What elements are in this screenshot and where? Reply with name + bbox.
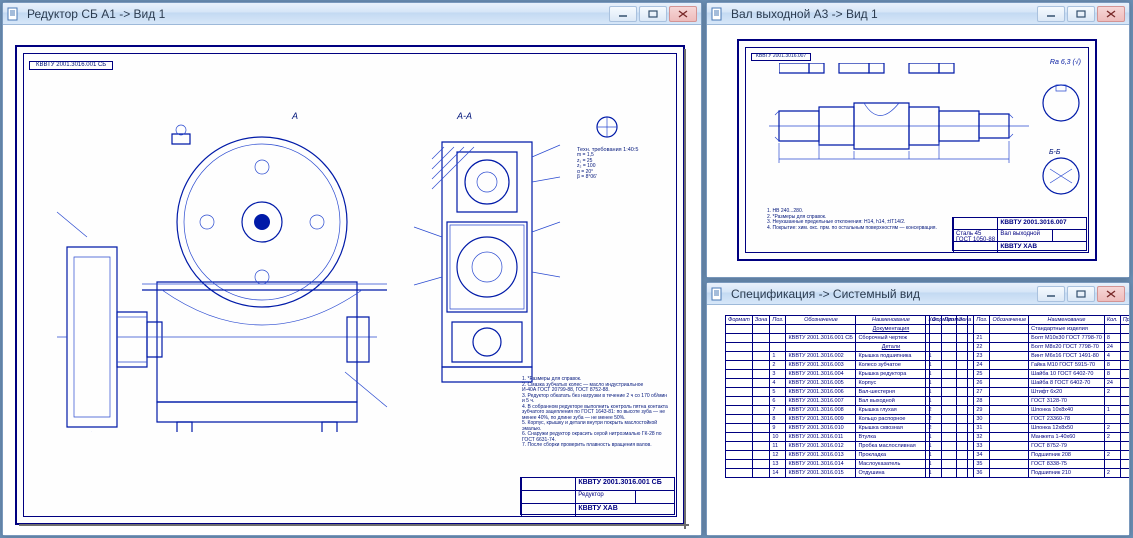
tb-code1: КВВТУ 2001.3016.007 <box>997 218 1086 229</box>
tb-code1: КВВТУ 2001.3016.001 СБ <box>575 478 674 490</box>
spec-table-right: Формат Зона Поз. Обозначение Наименовани… <box>929 315 1129 478</box>
maximize-button[interactable] <box>1067 6 1095 22</box>
tolerance-frames <box>779 63 999 83</box>
sheet-reducer-a1: А А-А Техн. требования 1:40:5 m = 1,5 z₁… <box>15 45 685 525</box>
tb-code2: КВВТУ ХАВ <box>575 504 674 516</box>
tb-material: Сталь 45 ГОСТ 1050-88 <box>953 230 997 241</box>
shaft-notes: 1. HB 240...280. 2. *Размеры для справок… <box>767 209 952 231</box>
minimize-button[interactable] <box>1037 6 1065 22</box>
titlebar-shaft[interactable]: Вал выходной А3 -> Вид 1 <box>707 3 1129 25</box>
title-text-shaft: Вал выходной А3 -> Вид 1 <box>731 7 1031 21</box>
viewport-reducer[interactable]: А А-А Техн. требования 1:40:5 m = 1,5 z₁… <box>3 25 701 535</box>
spec-row: 33ГОСТ 8752-79 <box>930 442 1130 451</box>
spec-row: 31Шпонка 12х8х502 <box>930 424 1130 433</box>
drawing-shaft <box>769 81 1029 171</box>
close-button[interactable] <box>1097 286 1125 302</box>
spec-row: 35ГОСТ 8338-75 <box>930 460 1130 469</box>
close-button[interactable] <box>669 6 697 22</box>
document-icon <box>711 287 725 301</box>
label-bb: Б-Б <box>1049 149 1060 157</box>
spec-row: 34Подшипник 2082 <box>930 451 1130 460</box>
label-section-aa: А-А <box>457 112 472 122</box>
minimize-button[interactable] <box>1037 286 1065 302</box>
spec-row: 32Манжета 1-40х602 <box>930 433 1130 442</box>
tech-req-block: Техн. требования 1:40:5 m = 1,5 z₁ = 25 … <box>577 147 672 181</box>
roughness-symbol <box>592 112 622 142</box>
spec-row: 26Шайба 8 ГОСТ 6402-7024 <box>930 379 1130 388</box>
document-icon <box>711 7 725 21</box>
drawing-section-aa <box>412 127 562 387</box>
top-left-code-shaft: КВВТУ 2001.3016.007 <box>751 53 811 61</box>
spec-row: 30ГОСТ 23360-78 <box>930 415 1130 424</box>
notes-block: 1. *Размеры для справок. 2. Смазка зубча… <box>522 377 682 449</box>
spec-row: 24Гайка М10 ГОСТ 5915-708 <box>930 361 1130 370</box>
viewport-shaft[interactable]: Ra 6,3 (√) Б-Б 1. HB 240...280. 2. *Разм… <box>707 25 1129 277</box>
titleblock-reducer: КВВТУ 2001.3016.001 СБ Редуктор КВВТУ ХА… <box>520 477 675 515</box>
spec-row: 21Болт М10х30 ГОСТ 7798-708 <box>930 334 1130 343</box>
spec-row: Стандартные изделия <box>930 325 1130 334</box>
tb-name: Редуктор <box>575 491 634 503</box>
document-icon <box>7 7 21 21</box>
spec-row: 25Шайба 10 ГОСТ 6402-708 <box>930 370 1130 379</box>
spec-row: 27Штифт 6х202 <box>930 388 1130 397</box>
spec-row: 22Болт М8х20 ГОСТ 7798-7024 <box>930 343 1130 352</box>
title-text-spec: Спецификация -> Системный вид <box>731 287 1031 301</box>
tb-name: Вал выходной <box>997 230 1051 241</box>
maximize-button[interactable] <box>1067 286 1095 302</box>
titleblock-shaft: КВВТУ 2001.3016.007 Сталь 45 ГОСТ 1050-8… <box>952 217 1087 251</box>
title-text-reducer: Редуктор СБ А1 -> Вид 1 <box>27 7 603 21</box>
section-bb <box>1034 81 1089 201</box>
spec-row: 29Шпонка 10х8х401 <box>930 406 1130 415</box>
titlebar-spec[interactable]: Спецификация -> Системный вид <box>707 283 1129 305</box>
window-reducer: Редуктор СБ А1 -> Вид 1 <box>2 2 702 536</box>
tb-code2: КВВТУ ХАВ <box>997 242 1086 253</box>
window-spec: Спецификация -> Системный вид Формат Зон… <box>706 282 1130 536</box>
label-section-a: А <box>292 112 298 122</box>
window-shaft: Вал выходной А3 -> Вид 1 <box>706 2 1130 278</box>
spec-header-row: Формат Зона Поз. Обозначение Наименовани… <box>930 316 1130 325</box>
sheet-shaft-a3: Ra 6,3 (√) Б-Б 1. HB 240...280. 2. *Разм… <box>737 39 1097 261</box>
ra-label: Ra 6,3 (√) <box>1050 59 1081 67</box>
close-button[interactable] <box>1097 6 1125 22</box>
drawing-main-view <box>47 112 397 432</box>
spec-row: 36Подшипник 2102 <box>930 469 1130 478</box>
maximize-button[interactable] <box>639 6 667 22</box>
viewport-spec[interactable]: Формат Зона Поз. Обозначение Наименовани… <box>707 305 1129 535</box>
top-left-code: КВВТУ 2001.3016.001 СБ <box>29 61 113 70</box>
spec-sheet-right: Формат Зона Поз. Обозначение Наименовани… <box>929 315 1129 478</box>
spec-row: 23Винт М6х16 ГОСТ 1491-804 <box>930 352 1130 361</box>
minimize-button[interactable] <box>609 6 637 22</box>
spec-row: 28ГОСТ 3128-70 <box>930 397 1130 406</box>
titlebar-reducer[interactable]: Редуктор СБ А1 -> Вид 1 <box>3 3 701 25</box>
